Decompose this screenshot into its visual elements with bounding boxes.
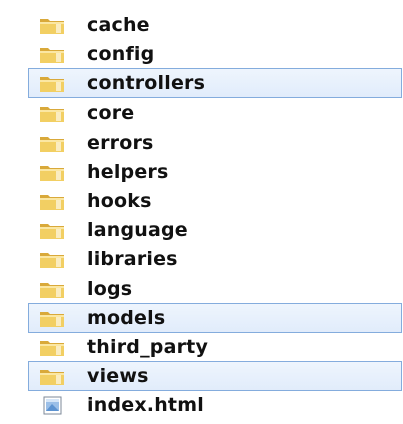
html-file-icon xyxy=(39,396,65,415)
folder-item-config[interactable]: config xyxy=(28,39,402,69)
folder-icon xyxy=(39,134,65,153)
folder-icon xyxy=(39,367,65,386)
folder-item-models[interactable]: models xyxy=(28,303,402,333)
file-item-index-html[interactable]: index.html xyxy=(28,390,402,420)
folder-item-views[interactable]: views xyxy=(28,361,402,391)
folder-icon xyxy=(39,280,65,299)
folder-item-hooks[interactable]: hooks xyxy=(28,186,402,216)
folder-label: errors xyxy=(87,132,154,154)
folder-label: models xyxy=(87,307,166,329)
folder-icon xyxy=(39,163,65,182)
folder-item-third-party[interactable]: third_party xyxy=(28,332,402,362)
folder-item-controllers[interactable]: controllers xyxy=(28,68,402,98)
folder-label: helpers xyxy=(87,161,169,183)
folder-item-cache[interactable]: cache xyxy=(28,10,402,40)
folder-icon xyxy=(39,250,65,269)
folder-item-logs[interactable]: logs xyxy=(28,274,402,304)
file-list: cache config controllers core errors hel… xyxy=(0,0,403,424)
folder-label: config xyxy=(87,43,155,65)
folder-item-core[interactable]: core xyxy=(28,98,402,128)
folder-label: cache xyxy=(87,14,150,36)
folder-item-helpers[interactable]: helpers xyxy=(28,157,402,187)
folder-icon xyxy=(39,309,65,328)
folder-label: libraries xyxy=(87,248,178,270)
folder-icon xyxy=(39,221,65,240)
folder-icon xyxy=(39,338,65,357)
folder-label: language xyxy=(87,219,188,241)
folder-label: core xyxy=(87,102,135,124)
file-label: index.html xyxy=(87,394,204,416)
folder-item-language[interactable]: language xyxy=(28,215,402,245)
folder-icon xyxy=(39,74,65,93)
folder-label: views xyxy=(87,365,149,387)
folder-icon xyxy=(39,104,65,123)
folder-label: controllers xyxy=(87,72,206,94)
folder-label: hooks xyxy=(87,190,152,212)
folder-item-libraries[interactable]: libraries xyxy=(28,244,402,274)
folder-label: logs xyxy=(87,278,133,300)
folder-label: third_party xyxy=(87,336,209,358)
folder-item-errors[interactable]: errors xyxy=(28,128,402,158)
folder-icon xyxy=(39,45,65,64)
folder-icon xyxy=(39,16,65,35)
folder-icon xyxy=(39,192,65,211)
